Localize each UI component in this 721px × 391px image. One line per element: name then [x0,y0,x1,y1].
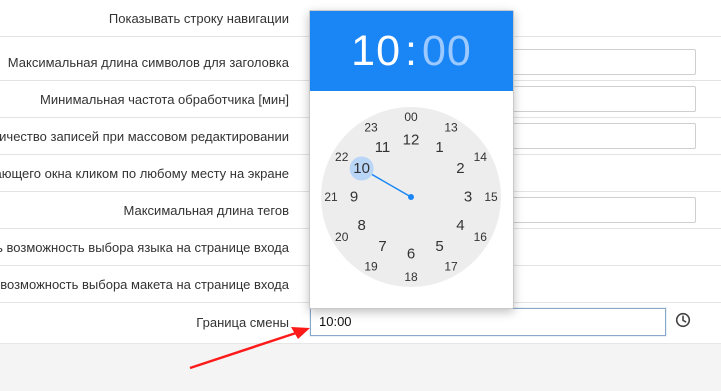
annotation-arrow [189,327,310,370]
